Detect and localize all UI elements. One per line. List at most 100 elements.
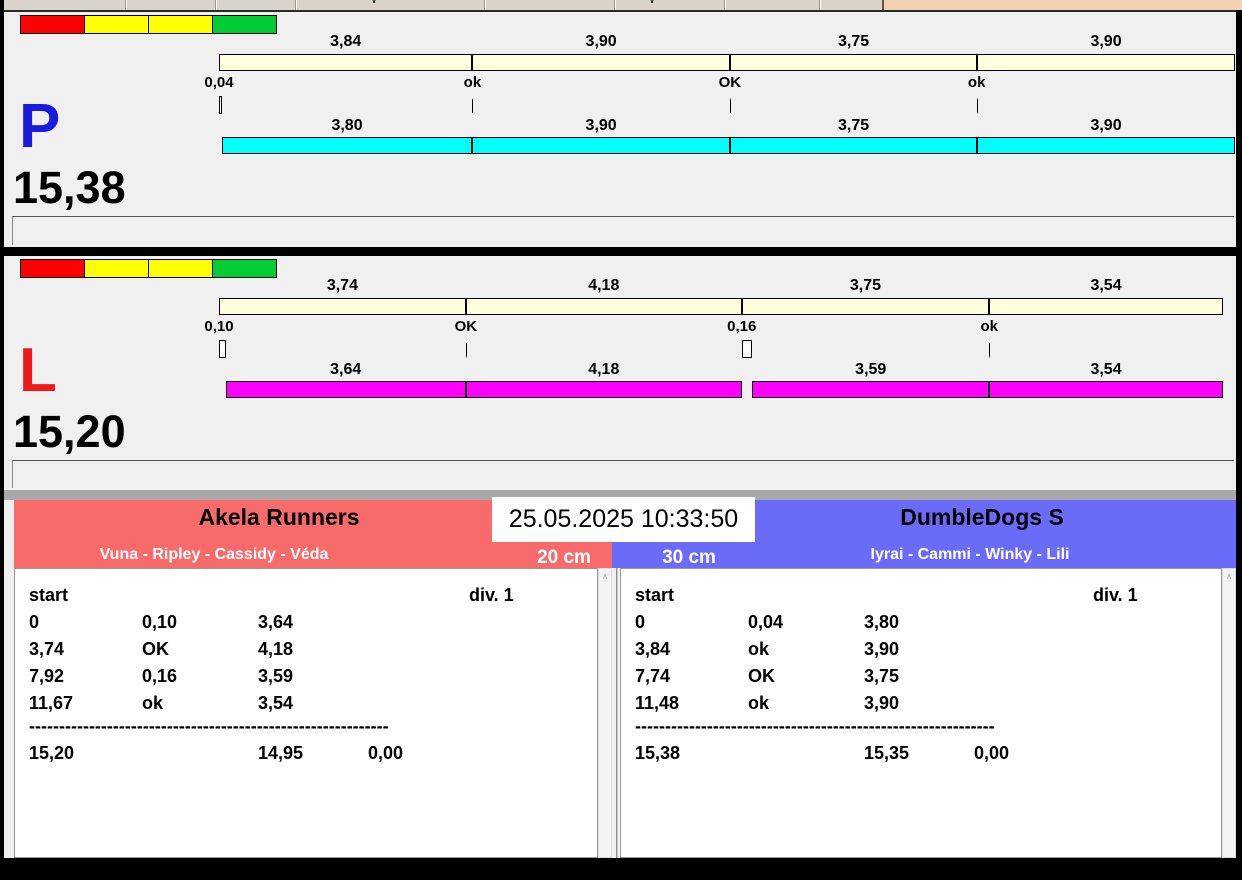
toolbar-separator [724,0,726,10]
pass-marker-label: 0,16 [727,318,757,335]
dog-time-label: 3,59 [855,361,887,378]
lane-total-time: 15,20 [13,406,126,457]
split-time-label: 3,75 [849,277,882,294]
dog-time-segment [465,381,742,398]
start-light-2 [148,259,213,278]
scroll-up-icon[interactable]: ∧ [1223,571,1235,582]
team-name: Akela Runners [198,504,360,530]
start-light-2 [148,15,213,34]
dog-time-label: 3,64 [330,361,362,378]
toolbar-separator [614,0,616,10]
dog-time-label: 3,75 [838,117,870,134]
window-border [1236,10,1242,880]
scroll-up-icon[interactable]: ∧ [599,571,611,582]
pass-tick [472,99,474,113]
toolbar-separator [295,0,297,10]
toolbar[interactable]: ∨ ∨ [4,0,882,10]
window-border [0,858,1242,880]
log-total: 14,95 [258,743,304,763]
log-cell: 11,48 [635,693,680,713]
crossing-bar-segment [977,54,1235,71]
scrollbar[interactable]: ∧ [598,568,612,858]
panel-divider [616,568,618,858]
split-time-label: 3,90 [1090,33,1122,50]
pass-tick [465,343,467,357]
log-cell: 3,74 [29,639,65,659]
dog-time-label: 4,18 [588,361,620,378]
pass-tick [729,99,731,113]
log-start-label: start [635,585,675,605]
log-cell: ok [748,639,770,659]
log-cell: 0,04 [748,612,784,632]
fault-box [741,340,753,358]
log-cell: 3,90 [864,693,900,713]
log-cell: 3,54 [258,693,294,713]
teams-section: Akela Runners Vuna - Ripley - Cassidy - … [4,497,1236,858]
crossing-bar-segment [472,54,730,71]
lane-status-strip [12,460,1234,488]
log-cell: 3,59 [258,666,294,686]
split-time-label: 3,75 [838,33,870,50]
run-log-right: start div. 1 0 0,04 3,80 3,84 ok 3,90 7,74 OK 3,75… [620,568,1222,858]
team-dogs: Iyrai - Cammi - Winky - Lili [870,546,1070,563]
dog-time-segment [221,137,473,154]
start-light-1 [84,259,149,278]
log-cell: 3,90 [864,639,900,659]
fault-box [219,96,222,114]
start-light-0 [20,259,85,278]
dog-time-segment [225,381,466,398]
chevron-down-icon[interactable]: ∨ [370,0,378,6]
split-time-label: 4,18 [588,277,620,294]
split-time-label: 3,90 [585,33,617,50]
team-name: DumbleDogs S [900,504,1064,530]
log-cell: ok [142,693,164,713]
lane-timeline: 3,74 4,18 3,75 3,54 0,10 OK 0,16 ok 3,64 4,18 3,59… [204,256,1236,416]
pass-marker-label: ok [967,74,986,91]
dog-time-label: 3,90 [1090,117,1122,134]
jump-height-badge: 20 cm [537,547,591,568]
start-light-0 [20,15,85,34]
lane-status-strip [12,216,1234,245]
log-cell: 0 [29,612,40,632]
log-separator: ----------------------------------------… [29,716,389,736]
crossing-bar-segment [729,54,978,71]
log-cell: 0 [635,612,646,632]
crossing-bar-segment [741,298,990,315]
lane-letter: L [19,336,57,405]
log-division: div. 1 [1093,585,1138,605]
log-cell: 4,18 [258,639,294,659]
chevron-down-icon[interactable]: ∨ [648,0,656,6]
crossing-bar-segment [219,54,473,71]
scrollbar[interactable]: ∧ [1222,568,1236,858]
log-cell: 7,92 [29,666,65,686]
date-time-display: 25.05.2025 10:33:50 [492,497,755,542]
pass-marker-label: ok [980,318,998,335]
log-cell: 3,80 [864,612,900,632]
race-timing-window: ∨ ∨ P 15,38 3,84 3,90 3,75 3,90 0,04 ok OK ok 3,… [0,0,1242,880]
lane-total-time: 15,38 [13,162,126,213]
split-time-label: 3,84 [330,33,362,50]
log-total: 15,35 [864,743,910,763]
split-time-label: 3,54 [1090,277,1122,294]
pass-tick [976,99,978,113]
dog-time-segment [977,137,1235,154]
toolbar-separator [215,0,217,10]
log-cell: 3,84 [635,639,671,659]
log-cell: 7,74 [635,666,671,686]
split-time-label: 3,74 [326,277,358,294]
toolbar-separator [484,0,486,10]
dog-time-label: 3,90 [585,117,617,134]
pass-marker-label: 0,04 [204,74,234,91]
log-cell: 0,16 [142,666,178,686]
pass-marker-label: OK [454,318,478,335]
log-cell: 3,64 [258,612,294,632]
lane-P-panel: P 15,38 3,84 3,90 3,75 3,90 0,04 ok OK ok 3,80 3,… [4,12,1236,247]
crossing-bar-segment [989,298,1223,315]
log-cell: 3,75 [864,666,900,686]
log-cell: 11,67 [29,693,74,713]
log-cell: 0,10 [142,612,178,632]
log-cell: ok [748,693,770,713]
dog-time-segment [729,137,978,154]
pass-marker-label: ok [463,74,482,91]
log-cell: OK [142,639,169,659]
